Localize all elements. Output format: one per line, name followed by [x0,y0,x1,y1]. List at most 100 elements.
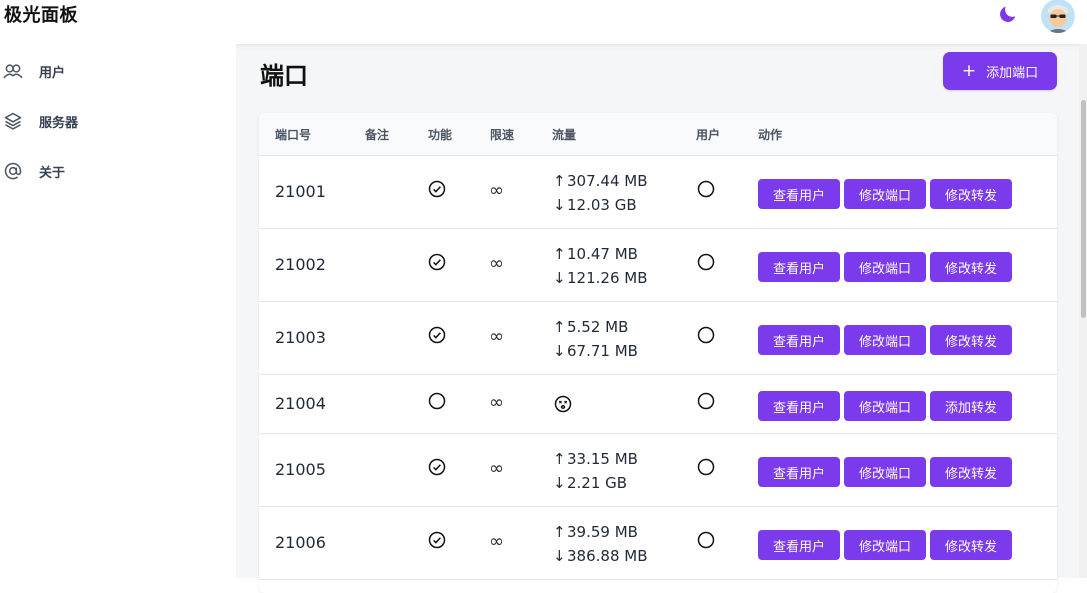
edit-port-button[interactable]: 修改端口 [844,530,926,560]
sidebar-item-label: 用户 [39,66,66,81]
col-port: 端口号 [275,128,312,142]
arrow-down-icon: ↓ [553,547,566,565]
col-limit: 限速 [490,128,515,142]
view-users-button[interactable]: 查看用户 [758,179,840,209]
table-row: 21006 ∞ ↑39.59 MB ↓386.88 MB 查看用户 修改端口 修… [259,507,1057,580]
edit-port-button[interactable]: 修改端口 [844,179,926,209]
traffic: ↑33.15 MB ↓2.21 GB [553,447,638,495]
sidebar-item-users[interactable]: 用户 [0,56,220,86]
avatar[interactable] [1041,0,1075,33]
edit-forward-button[interactable]: 修改转发 [930,530,1012,560]
traffic: ↑39.59 MB ↓386.88 MB [553,520,648,568]
table-row: 21003 ∞ ↑5.52 MB ↓67.71 MB 查看用户 修改端口 修改转… [259,302,1057,375]
edit-forward-button[interactable]: 修改转发 [930,252,1012,282]
speed-limit: ∞ [489,326,504,347]
page-title: 端口 [260,62,308,90]
check-circle-icon [428,180,446,198]
port-number: 21005 [275,460,326,479]
sidebar: 用户 服务器 关于 [0,44,236,578]
traffic-up: 307.44 MB [567,172,648,190]
port-number: 21002 [275,255,326,274]
view-users-button[interactable]: 查看用户 [758,325,840,355]
col-actions: 动作 [758,128,783,142]
traffic-down: 67.71 MB [567,342,638,360]
arrow-up-icon: ↑ [553,172,566,190]
users-icon [3,64,23,79]
traffic-up: 33.15 MB [567,450,638,468]
empty-circle-icon [697,326,715,344]
sidebar-item-about[interactable]: 关于 [0,156,220,186]
sidebar-item-label: 服务器 [39,116,79,131]
sidebar-item-label: 关于 [39,166,66,181]
empty-circle-icon [697,253,715,271]
empty-circle-icon [697,180,715,198]
traffic: ↑5.52 MB ↓67.71 MB [553,315,638,363]
port-number: 21003 [275,328,326,347]
edit-port-button[interactable]: 修改端口 [844,325,926,355]
edit-forward-button[interactable]: 修改转发 [930,325,1012,355]
edit-port-button[interactable]: 修改端口 [844,391,926,421]
check-circle-icon [428,458,446,476]
speed-limit: ∞ [489,253,504,274]
scrollbar-thumb[interactable] [1081,100,1086,318]
top-bar: 极光面板 [0,0,1087,44]
view-users-button[interactable]: 查看用户 [758,457,840,487]
check-circle-icon [428,253,446,271]
table-row: 21004 ∞ 查看用户 修改端口 添加转发 [259,375,1057,434]
port-number: 21004 [275,394,326,413]
col-user: 用户 [696,128,721,142]
empty-circle-icon [697,458,715,476]
app-title: 极光面板 [4,5,78,26]
table-row: 21002 ∞ ↑10.47 MB ↓121.26 MB 查看用户 修改端口 修… [259,229,1057,302]
arrow-down-icon: ↓ [553,342,566,360]
ports-table: 端口号 备注 功能 限速 流量 用户 动作 21001 ∞ ↑307.44 MB… [259,113,1057,593]
col-function: 功能 [428,128,453,142]
speed-limit: ∞ [489,180,504,201]
traffic: ↑307.44 MB ↓12.03 GB [553,169,648,217]
arrow-up-icon: ↑ [553,523,566,541]
edit-forward-button[interactable]: 修改转发 [930,179,1012,209]
traffic-up: 5.52 MB [567,318,629,336]
layers-icon [4,112,22,130]
add-port-label: 添加端口 [986,65,1039,81]
col-note: 备注 [365,128,390,142]
edit-port-button[interactable]: 修改端口 [844,457,926,487]
arrow-up-icon: ↑ [553,450,566,468]
add-port-button[interactable]: + 添加端口 [943,52,1057,90]
moon-icon[interactable] [997,3,1019,25]
traffic-down: 386.88 MB [567,547,648,565]
col-traffic: 流量 [552,128,577,142]
view-users-button[interactable]: 查看用户 [758,530,840,560]
empty-circle-icon [428,392,446,410]
view-users-button[interactable]: 查看用户 [758,391,840,421]
sidebar-item-servers[interactable]: 服务器 [0,106,220,136]
arrow-down-icon: ↓ [553,269,566,287]
traffic-up: 10.47 MB [567,245,638,263]
port-number: 21001 [275,182,326,201]
empty-circle-icon [697,531,715,549]
edit-port-button[interactable]: 修改端口 [844,252,926,282]
port-number: 21006 [275,533,326,552]
table-row: 21001 ∞ ↑307.44 MB ↓12.03 GB 查看用户 修改端口 修… [259,156,1057,229]
arrow-up-icon: ↑ [553,245,566,263]
speed-limit: ∞ [489,458,504,479]
table-header: 端口号 备注 功能 限速 流量 用户 动作 [259,113,1057,156]
speed-limit: ∞ [489,531,504,552]
plus-icon: + [961,60,977,81]
add-forward-button[interactable]: 添加转发 [930,391,1012,421]
traffic-down: 12.03 GB [567,196,637,214]
check-circle-icon [428,326,446,344]
traffic-down: 2.21 GB [567,474,628,492]
dizzy-face-icon [554,395,572,413]
table-row: 21005 ∞ ↑33.15 MB ↓2.21 GB 查看用户 修改端口 修改转… [259,434,1057,507]
view-users-button[interactable]: 查看用户 [758,252,840,282]
arrow-down-icon: ↓ [553,474,566,492]
traffic: ↑10.47 MB ↓121.26 MB [553,242,648,290]
check-circle-icon [428,531,446,549]
traffic-up: 39.59 MB [567,523,638,541]
edit-forward-button[interactable]: 修改转发 [930,457,1012,487]
arrow-up-icon: ↑ [553,318,566,336]
speed-limit: ∞ [489,392,504,413]
traffic-down: 121.26 MB [567,269,648,287]
arrow-down-icon: ↓ [553,196,566,214]
